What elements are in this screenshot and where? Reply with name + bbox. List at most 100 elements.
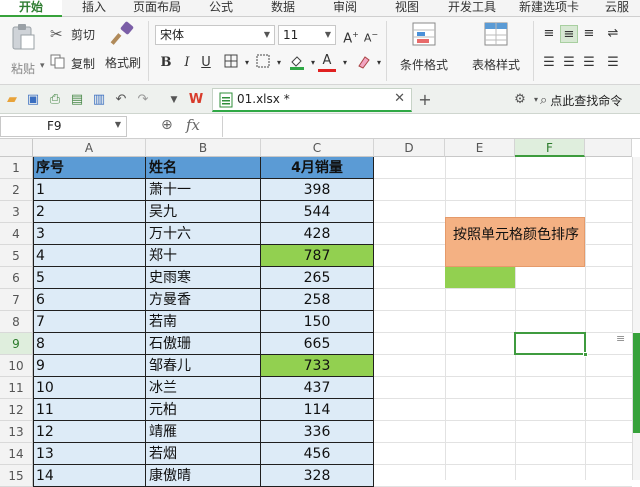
column-header-c[interactable]: C — [261, 139, 374, 157]
row-header[interactable]: 14 — [0, 443, 33, 465]
cell-sales[interactable]: 428 — [261, 223, 374, 245]
header-seq[interactable]: 序号 — [33, 157, 146, 179]
instruction-note[interactable]: 按照单元格颜色排序 — [445, 217, 585, 267]
undo-icon[interactable]: ↶ — [113, 92, 129, 108]
cell-sales[interactable]: 114 — [261, 399, 374, 421]
row-header[interactable]: 10 — [0, 355, 33, 377]
wrap-text-icon[interactable]: ⇌ — [604, 25, 622, 43]
cell-name[interactable]: 邹春儿 — [146, 355, 261, 377]
bold-button[interactable]: B — [157, 54, 175, 72]
column-header-f[interactable]: F — [515, 139, 585, 157]
align-top-icon[interactable]: ≡ — [540, 25, 558, 43]
row-header[interactable]: 2 — [0, 179, 33, 201]
name-box[interactable]: F9 ▼ — [0, 116, 127, 137]
tab-insert[interactable]: 插入 — [72, 0, 116, 17]
tab-view[interactable]: 视图 — [384, 0, 430, 17]
cell-sales[interactable]: 437 — [261, 377, 374, 399]
header-name[interactable]: 姓名 — [146, 157, 261, 179]
column-header-g[interactable] — [585, 139, 632, 157]
column-header-b[interactable]: B — [146, 139, 261, 157]
copy-button[interactable]: 复制 — [50, 54, 95, 72]
function-button[interactable]: fx — [186, 116, 200, 134]
find-command-box[interactable]: ⌕ 点此查找命令 — [540, 91, 622, 109]
cell-sales[interactable]: 258 — [261, 289, 374, 311]
new-tab-plus-icon[interactable]: + — [417, 92, 433, 108]
cell-name[interactable]: 若烟 — [146, 443, 261, 465]
tab-data[interactable]: 数据 — [260, 0, 306, 17]
cell-name[interactable]: 康傲晴 — [146, 465, 261, 487]
column-header-d[interactable]: D — [374, 139, 445, 157]
print-icon[interactable]: ⎙ — [47, 92, 63, 108]
wps-logo-icon[interactable]: W — [188, 92, 204, 108]
cell-seq[interactable]: 3 — [33, 223, 146, 245]
row-header[interactable]: 13 — [0, 421, 33, 443]
split-handle-icon[interactable]: ≡ — [616, 332, 625, 345]
row-header[interactable]: 15 — [0, 465, 33, 487]
cell-seq[interactable]: 12 — [33, 421, 146, 443]
cell-sales[interactable]: 456 — [261, 443, 374, 465]
cell-seq[interactable]: 8 — [33, 333, 146, 355]
cell-seq[interactable]: 14 — [33, 465, 146, 487]
paste-button[interactable]: 粘贴 — [6, 23, 40, 81]
cell-seq[interactable]: 7 — [33, 311, 146, 333]
cell-name[interactable]: 石傲珊 — [146, 333, 261, 355]
cell-seq[interactable]: 2 — [33, 201, 146, 223]
zoom-search-icon[interactable]: ⊕ — [161, 117, 173, 133]
cell-sales[interactable]: 733 — [261, 355, 374, 377]
increase-font-icon[interactable]: A+ — [342, 26, 360, 46]
justify-icon[interactable]: ☰ — [604, 54, 622, 72]
row-header[interactable]: 1 — [0, 157, 33, 179]
font-name-select[interactable]: 宋体 ▼ — [155, 25, 275, 45]
export-pdf-icon[interactable]: ▤ — [69, 92, 85, 108]
align-left-icon[interactable]: ☰ — [540, 54, 558, 72]
tab-review[interactable]: 审阅 — [322, 0, 368, 17]
scrollbar-thumb[interactable] — [633, 333, 640, 433]
align-center-icon[interactable]: ☰ — [560, 54, 578, 72]
cell-sales[interactable]: 265 — [261, 267, 374, 289]
cell-seq[interactable]: 6 — [33, 289, 146, 311]
cell-seq[interactable]: 10 — [33, 377, 146, 399]
cell-name[interactable]: 靖雁 — [146, 421, 261, 443]
cell-seq[interactable]: 5 — [33, 267, 146, 289]
redo-icon[interactable]: ↷ — [135, 92, 151, 108]
formula-input[interactable] — [222, 116, 640, 137]
cell-name[interactable]: 吴九 — [146, 201, 261, 223]
cell-sales[interactable]: 787 — [261, 245, 374, 267]
row-header[interactable]: 11 — [0, 377, 33, 399]
cell-name[interactable]: 郑十 — [146, 245, 261, 267]
header-sales[interactable]: 4月销量 — [261, 157, 374, 179]
align-middle-icon[interactable]: ≡ — [560, 25, 578, 43]
table-style-button[interactable]: 表格样式 — [464, 21, 528, 81]
tab-developer[interactable]: 开发工具 — [440, 0, 504, 17]
cell-seq[interactable]: 13 — [33, 443, 146, 465]
row-header[interactable]: 3 — [0, 201, 33, 223]
cell-sales[interactable]: 150 — [261, 311, 374, 333]
green-color-swatch[interactable] — [445, 267, 515, 288]
cell-seq[interactable]: 4 — [33, 245, 146, 267]
cell-name[interactable]: 萧十一 — [146, 179, 261, 201]
cut-button[interactable]: ✂ 剪切 — [50, 25, 95, 43]
settings-icon[interactable]: ⚙ — [512, 92, 528, 108]
row-header[interactable]: 4 — [0, 223, 33, 245]
column-header-e[interactable]: E — [445, 139, 515, 157]
underline-button[interactable]: U — [197, 54, 215, 72]
font-color-button[interactable]: A — [318, 52, 336, 72]
font-size-select[interactable]: 11 ▼ — [278, 25, 336, 45]
save-icon[interactable]: ▣ — [25, 92, 41, 108]
cell-seq[interactable]: 9 — [33, 355, 146, 377]
conditional-format-button[interactable]: 条件格式 — [396, 21, 452, 81]
row-header[interactable]: 7 — [0, 289, 33, 311]
cell-name[interactable]: 方曼香 — [146, 289, 261, 311]
select-all-corner[interactable] — [0, 139, 33, 157]
cell-sales[interactable]: 336 — [261, 421, 374, 443]
format-painter-button[interactable]: 格式刷 — [104, 21, 142, 81]
cell-seq[interactable]: 11 — [33, 399, 146, 421]
tab-home[interactable]: 开始 — [0, 0, 62, 17]
document-tab[interactable]: 01.xlsx * ✕ — [212, 88, 412, 112]
cell-name[interactable]: 元柏 — [146, 399, 261, 421]
print-preview-icon[interactable]: ▥ — [91, 92, 107, 108]
align-right-icon[interactable]: ☰ — [580, 54, 598, 72]
row-header[interactable]: 12 — [0, 399, 33, 421]
row-header[interactable]: 5 — [0, 245, 33, 267]
cell-sales[interactable]: 328 — [261, 465, 374, 487]
